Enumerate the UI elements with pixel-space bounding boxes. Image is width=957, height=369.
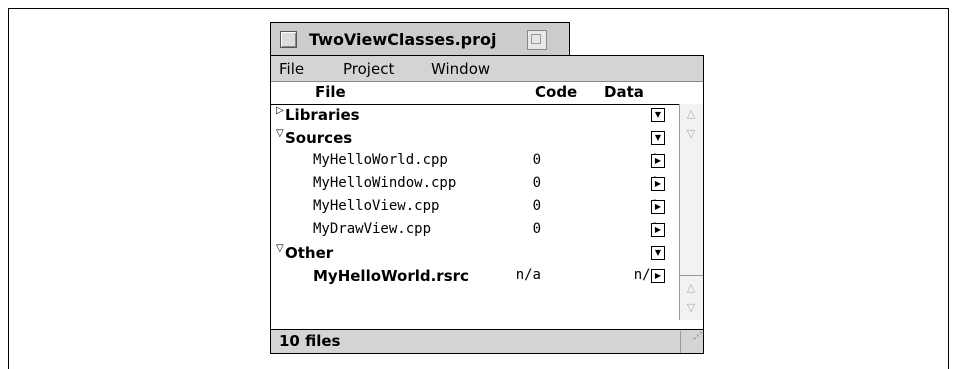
menu-bar: File Project Window: [271, 56, 703, 82]
group-name: Libraries: [285, 106, 360, 124]
menu-project[interactable]: Project: [343, 60, 394, 78]
popup-down-icon[interactable]: ▼: [651, 108, 665, 122]
scrollbar-upper[interactable]: △ ▽: [679, 104, 703, 275]
group-name: Other: [285, 244, 334, 262]
file-count: 10 files: [279, 332, 341, 350]
window-title: TwoViewClasses.proj: [309, 30, 497, 49]
file-name: MyHelloWorld.cpp: [313, 152, 448, 168]
window-body: File Project Window File Code Data ▷ Lib…: [270, 55, 704, 354]
column-file[interactable]: File: [315, 83, 346, 101]
scrollbar-lower[interactable]: △ ▽: [679, 275, 703, 320]
list-item[interactable]: ▽ Other ▼: [271, 242, 681, 265]
scroll-up-icon[interactable]: △: [685, 108, 697, 120]
scroll-down-icon[interactable]: ▽: [685, 128, 697, 140]
popup-down-icon[interactable]: ▼: [651, 246, 665, 260]
list-item[interactable]: ▽ Sources ▼: [271, 127, 681, 150]
menu-window[interactable]: Window: [431, 60, 490, 78]
project-window: TwoViewClasses.proj File Project Window …: [270, 22, 704, 354]
file-name: MyHelloWindow.cpp: [313, 175, 457, 191]
popup-right-icon[interactable]: ▶: [651, 177, 665, 191]
file-name: MyDrawView.cpp: [313, 221, 432, 237]
triangle-right-icon[interactable]: ▷: [276, 105, 284, 116]
code-size: 0: [532, 198, 541, 214]
code-size: 0: [532, 175, 541, 191]
close-box-icon[interactable]: [280, 31, 297, 48]
file-list: ▷ Libraries ▼ ▽ Sources ▼ MyHelloWorld.c…: [271, 104, 681, 288]
scroll-up-icon[interactable]: △: [685, 282, 697, 294]
resize-grip-icon[interactable]: ⋰: [680, 331, 703, 353]
list-item[interactable]: MyHelloWorld.cpp 0 0 ▶: [271, 150, 681, 173]
code-size: 0: [532, 152, 541, 168]
column-data[interactable]: Data: [604, 83, 644, 101]
list-item[interactable]: MyHelloView.cpp 0 0 ▶: [271, 196, 681, 219]
list-item[interactable]: MyDrawView.cpp 0 0 ▶: [271, 219, 681, 242]
column-code[interactable]: Code: [535, 83, 577, 101]
code-size: 0: [532, 221, 541, 237]
popup-down-icon[interactable]: ▼: [651, 131, 665, 145]
list-item[interactable]: MyHelloWindow.cpp 0 0 ▶: [271, 173, 681, 196]
code-size: n/a: [515, 267, 541, 283]
zoom-box-icon[interactable]: [527, 30, 547, 50]
list-item[interactable]: ▷ Libraries ▼: [271, 104, 681, 127]
file-name: MyHelloWorld.rsrc: [313, 267, 469, 285]
triangle-down-icon[interactable]: ▽: [276, 128, 284, 139]
menu-file[interactable]: File: [279, 60, 304, 78]
title-bar[interactable]: TwoViewClasses.proj: [270, 22, 570, 56]
popup-right-icon[interactable]: ▶: [651, 223, 665, 237]
popup-right-icon[interactable]: ▶: [651, 200, 665, 214]
status-bar: 10 files ⋰: [271, 329, 703, 353]
column-header: File Code Data: [271, 82, 703, 105]
popup-right-icon[interactable]: ▶: [651, 269, 665, 283]
group-name: Sources: [285, 129, 353, 147]
triangle-down-icon[interactable]: ▽: [276, 243, 284, 254]
list-item[interactable]: MyHelloWorld.rsrc n/a n/a ▶: [271, 265, 681, 288]
scroll-down-icon[interactable]: ▽: [685, 302, 697, 314]
file-name: MyHelloView.cpp: [313, 198, 440, 214]
popup-right-icon[interactable]: ▶: [651, 154, 665, 168]
